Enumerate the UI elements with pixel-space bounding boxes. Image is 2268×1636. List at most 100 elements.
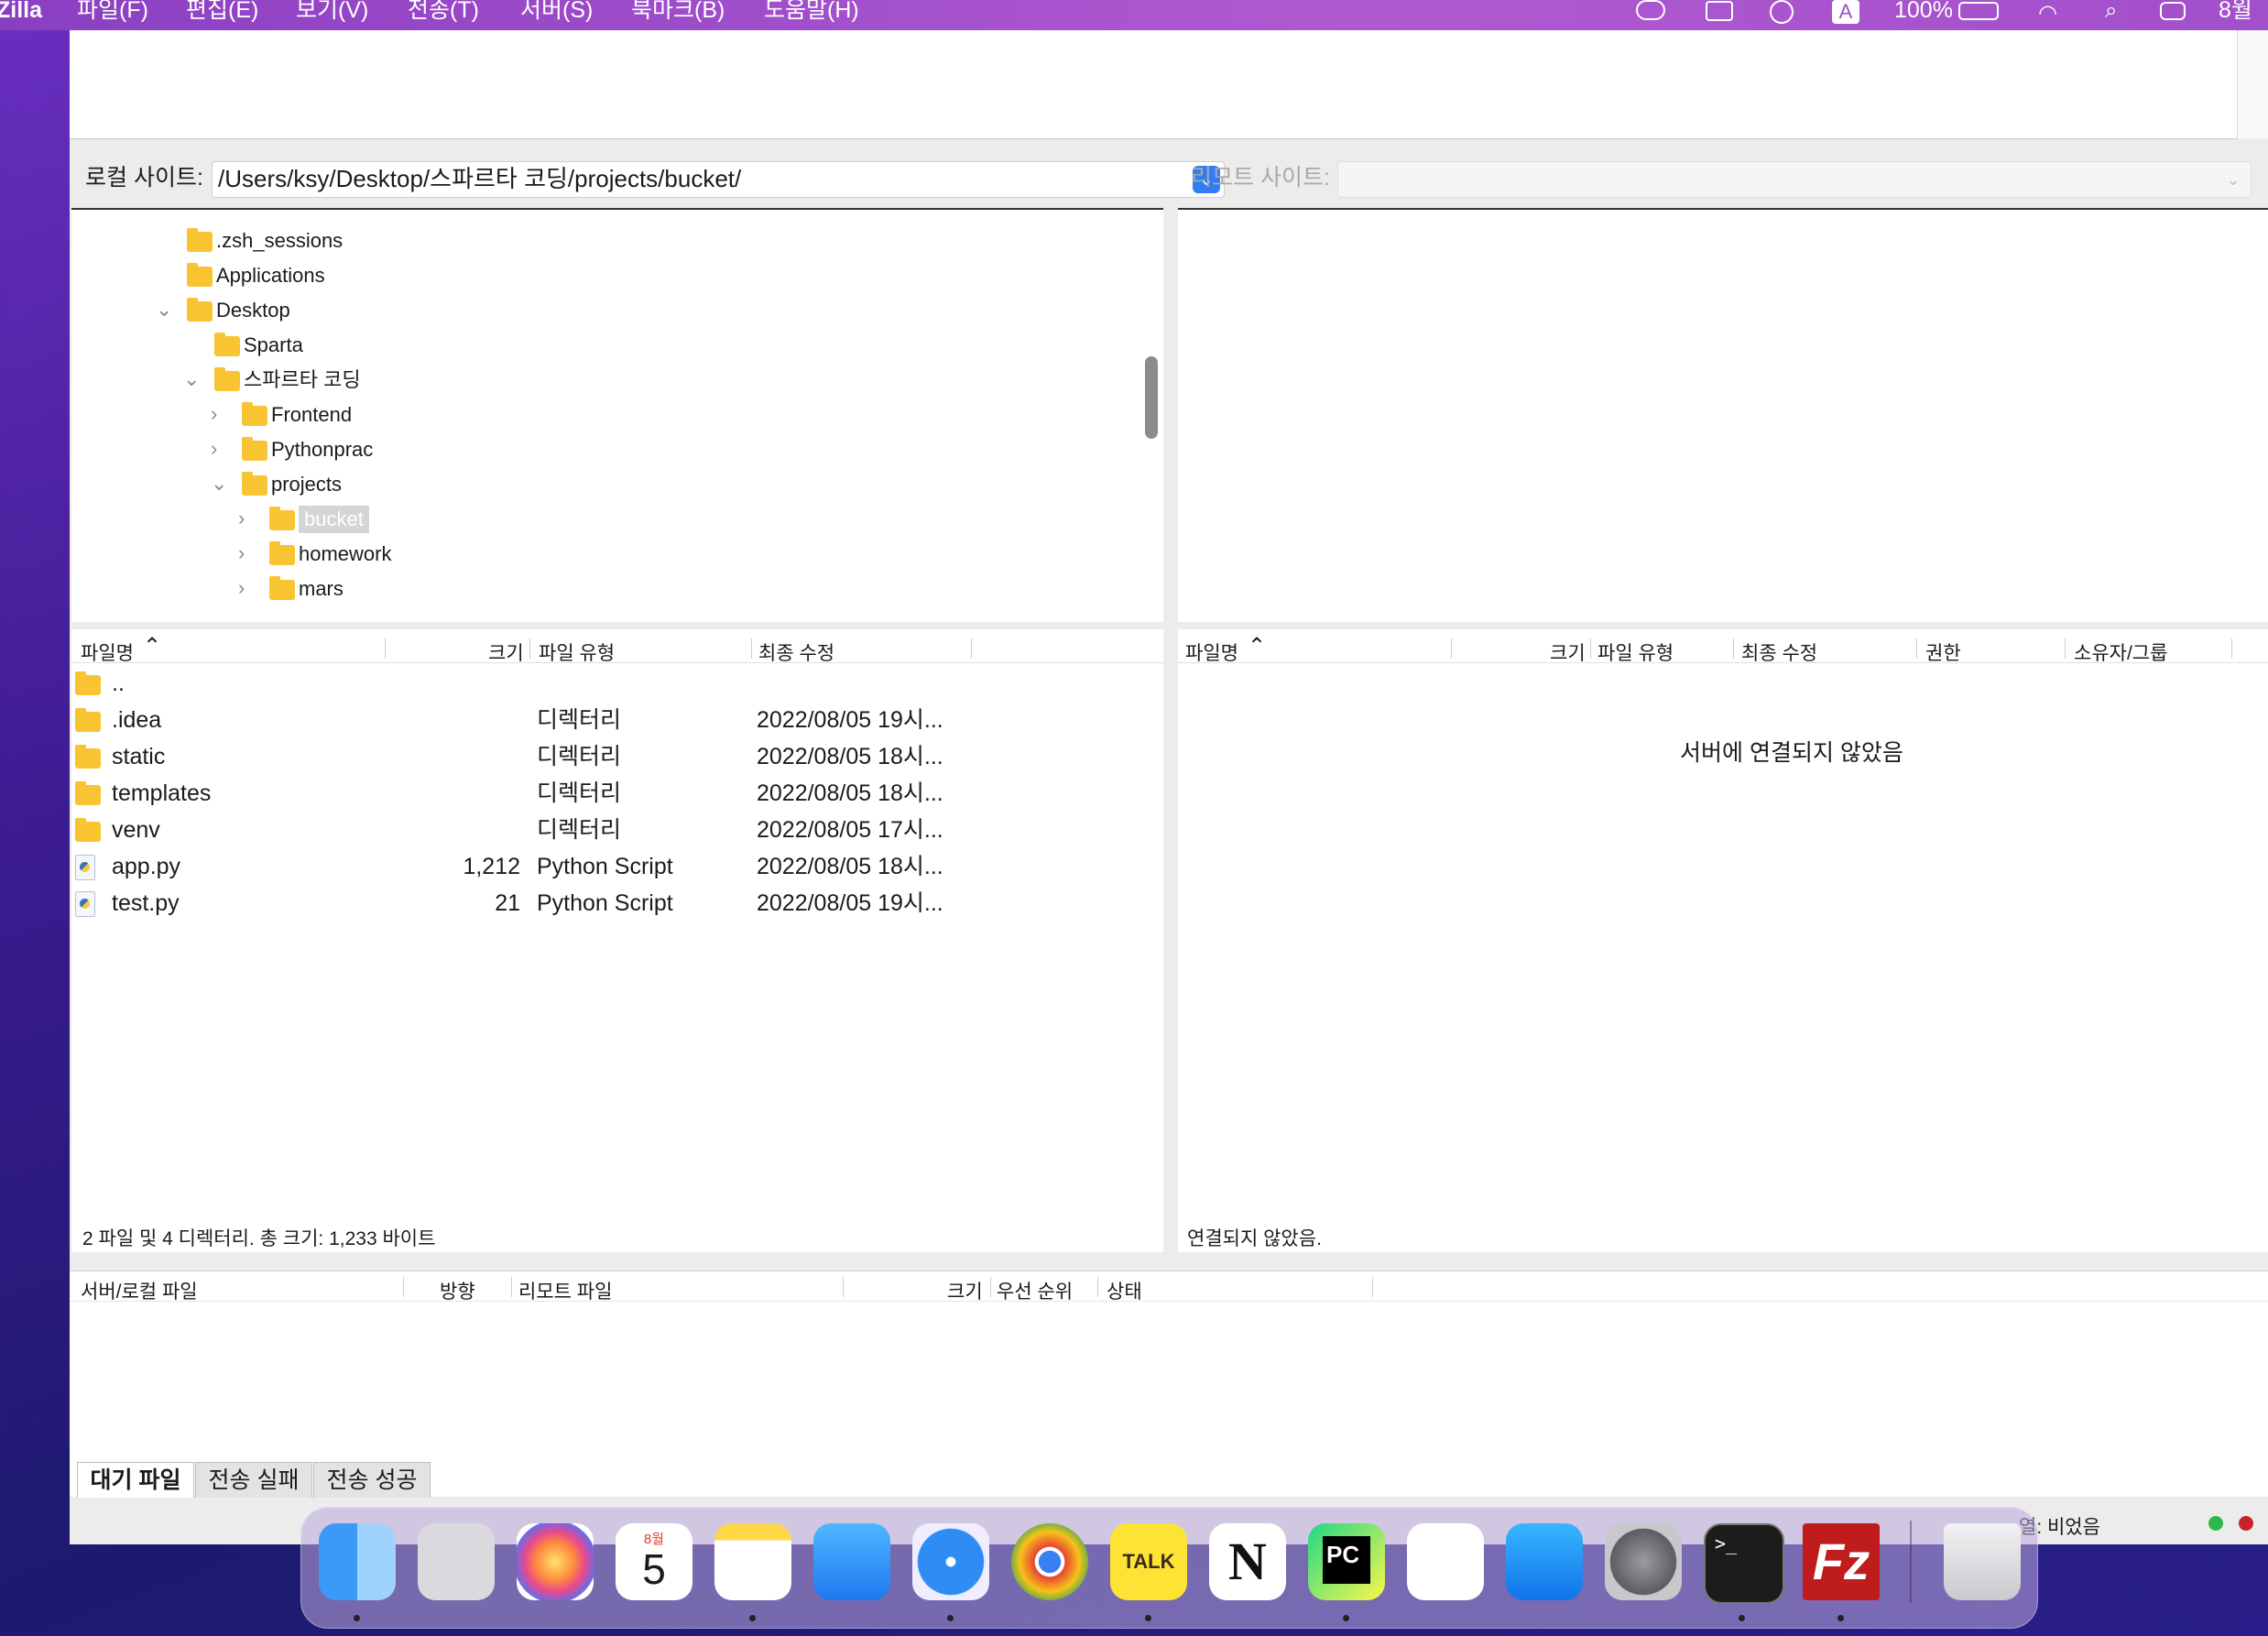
remote-col-permissions[interactable]: 권한 — [1925, 638, 1961, 666]
kakaotalk-icon[interactable]: TALK — [1110, 1523, 1187, 1600]
table-row[interactable]: .. — [71, 666, 1163, 701]
pycharm-icon[interactable]: PC — [1308, 1523, 1385, 1600]
chevron-right-icon[interactable]: › — [238, 541, 245, 565]
queue-col-server-file[interactable]: 서버/로컬 파일 — [81, 1277, 198, 1304]
col-type[interactable]: 파일 유형 — [539, 638, 615, 666]
sort-ascending-icon[interactable]: ⌃ — [1248, 633, 1266, 660]
queue-col-priority[interactable]: 우선 순위 — [997, 1277, 1073, 1304]
menu-help[interactable]: 도움말(H) — [764, 0, 859, 22]
system-preferences-icon[interactable] — [1605, 1523, 1682, 1600]
log-scrollbar[interactable] — [2237, 30, 2268, 138]
menu-server[interactable]: 서버(S) — [520, 0, 593, 22]
remote-path-dropdown-icon[interactable]: ⌄ — [2219, 166, 2247, 193]
launchpad-icon[interactable] — [418, 1523, 495, 1600]
mail-icon[interactable] — [813, 1523, 890, 1600]
chrome-icon[interactable] — [1011, 1523, 1088, 1600]
remote-col-type[interactable]: 파일 유형 — [1597, 638, 1674, 666]
queue-col-status[interactable]: 상태 — [1107, 1277, 1142, 1304]
tab-queued-files[interactable]: 대기 파일 — [77, 1462, 194, 1498]
wifi-icon[interactable]: ◠ — [2038, 0, 2057, 27]
tree-item[interactable]: Sparta — [70, 329, 1150, 362]
battery-icon[interactable] — [1958, 2, 1999, 20]
photos-icon[interactable] — [517, 1523, 594, 1600]
app-menu[interactable]: Zilla — [0, 0, 42, 22]
menu-transfer[interactable]: 전송(T) — [408, 0, 479, 22]
chevron-right-icon[interactable]: › — [238, 507, 245, 530]
local-file-list[interactable]: 파일명 ⌃ 크기 파일 유형 최종 수정 .. .idea 디렉터리 2022/08/… — [71, 629, 1163, 1252]
table-row[interactable]: test.py 21 Python Script 2022/08/05 19시... — [71, 886, 1163, 921]
table-row[interactable]: app.py 1,212 Python Script 2022/08/05 18시..… — [71, 849, 1163, 884]
tree-item[interactable]: › Pythonprac — [70, 433, 1150, 466]
remote-path-input[interactable]: ⌄ — [1337, 161, 2252, 198]
message-log — [70, 30, 2237, 139]
col-modified[interactable]: 최종 수정 — [758, 638, 834, 666]
input-source-icon[interactable]: A — [1832, 0, 1859, 24]
filezilla-icon[interactable]: Fz — [1803, 1523, 1880, 1600]
chevron-right-icon[interactable]: › — [238, 576, 245, 600]
menu-bookmarks[interactable]: 북마크(B) — [631, 0, 725, 22]
queue-col-remote-file[interactable]: 리모트 파일 — [518, 1277, 612, 1304]
chevron-right-icon[interactable]: › — [211, 437, 217, 461]
menu-file[interactable]: 파일(F) — [77, 0, 148, 22]
table-row[interactable]: static 디렉터리 2022/08/05 18시... — [71, 739, 1163, 774]
remote-col-owner[interactable]: 소유자/그룹 — [2074, 638, 2167, 666]
app-store-icon[interactable] — [1506, 1523, 1583, 1600]
safari-icon[interactable] — [912, 1523, 989, 1600]
local-path-input[interactable]: /Users/ksy/Desktop/스파르타 코딩/projects/buck… — [212, 161, 1225, 198]
remote-col-size[interactable]: 크기 — [1550, 638, 1586, 666]
notes-icon[interactable] — [714, 1523, 791, 1600]
queue-col-direction[interactable]: 방향 — [440, 1277, 475, 1304]
tree-item[interactable]: ⌄ projects — [70, 468, 1150, 501]
chevron-down-icon[interactable]: ⌄ — [156, 298, 172, 322]
clock[interactable]: 8월 — [2219, 0, 2252, 22]
running-indicator — [1145, 1615, 1151, 1621]
remote-file-list[interactable]: 파일명 ⌃ 크기 파일 유형 최종 수정 권한 소유자/그룹 서버에 연결되지 … — [1178, 629, 2268, 1252]
chevron-down-icon[interactable]: ⌄ — [183, 367, 200, 391]
window-icon[interactable] — [1706, 1, 1733, 21]
menu-view[interactable]: 보기(V) — [296, 0, 368, 22]
folder-icon — [187, 298, 213, 322]
chevron-right-icon[interactable]: › — [211, 402, 217, 426]
table-row[interactable]: templates 디렉터리 2022/08/05 18시... — [71, 776, 1163, 811]
search-icon[interactable]: ⌕ — [2105, 0, 2117, 24]
tree-item[interactable]: Applications — [70, 259, 1150, 292]
trash-icon[interactable] — [1944, 1523, 2021, 1600]
calendar-icon[interactable]: 8월 5 — [616, 1523, 692, 1600]
vscode-icon[interactable] — [1407, 1523, 1484, 1600]
tree-item[interactable]: ⌄ 스파르타 코딩 — [70, 364, 1150, 397]
tree-item[interactable]: ⌄ Desktop — [70, 294, 1150, 327]
tree-item[interactable]: › bucket — [70, 503, 1150, 536]
menu-edit[interactable]: 편집(E) — [186, 0, 258, 22]
remote-directory-tree[interactable] — [1178, 208, 2268, 622]
col-filename[interactable]: 파일명 — [81, 638, 134, 666]
file-size: 1,212 — [463, 854, 520, 879]
column-separator — [403, 1277, 404, 1297]
play-icon[interactable] — [1770, 0, 1794, 24]
running-indicator — [354, 1615, 360, 1621]
control-center-icon[interactable] — [2160, 2, 2186, 20]
tab-successful-transfers[interactable]: 전송 성공 — [313, 1462, 431, 1498]
remote-col-modified[interactable]: 최종 수정 — [1741, 638, 1817, 666]
finder-icon[interactable] — [319, 1523, 396, 1600]
terminal-icon[interactable]: >_ — [1704, 1523, 1784, 1604]
column-separator — [843, 1277, 844, 1297]
column-separator — [990, 1277, 991, 1297]
notion-icon[interactable]: N — [1209, 1523, 1286, 1600]
tree-item[interactable]: › homework — [70, 538, 1150, 571]
table-row[interactable]: .idea 디렉터리 2022/08/05 19시... — [71, 703, 1163, 737]
tree-item[interactable]: › Frontend — [70, 398, 1150, 431]
table-row[interactable]: venv 디렉터리 2022/08/05 17시... — [71, 813, 1163, 847]
tree-item[interactable]: .zsh_sessions — [70, 224, 1150, 257]
tree-item-label: mars — [299, 577, 343, 600]
file-type: Python Script — [537, 890, 673, 916]
chevron-down-icon[interactable]: ⌄ — [211, 472, 227, 496]
tab-failed-transfers[interactable]: 전송 실패 — [195, 1462, 312, 1498]
sort-ascending-icon[interactable]: ⌃ — [143, 633, 161, 660]
file-name: test.py — [112, 890, 180, 916]
file-type: 디렉터리 — [537, 707, 622, 733]
notification-icon[interactable] — [1636, 0, 1665, 20]
col-size[interactable]: 크기 — [488, 638, 524, 666]
queue-col-size[interactable]: 크기 — [947, 1277, 983, 1304]
tree-item[interactable]: › mars — [70, 573, 1150, 605]
remote-col-filename[interactable]: 파일명 — [1185, 638, 1238, 666]
